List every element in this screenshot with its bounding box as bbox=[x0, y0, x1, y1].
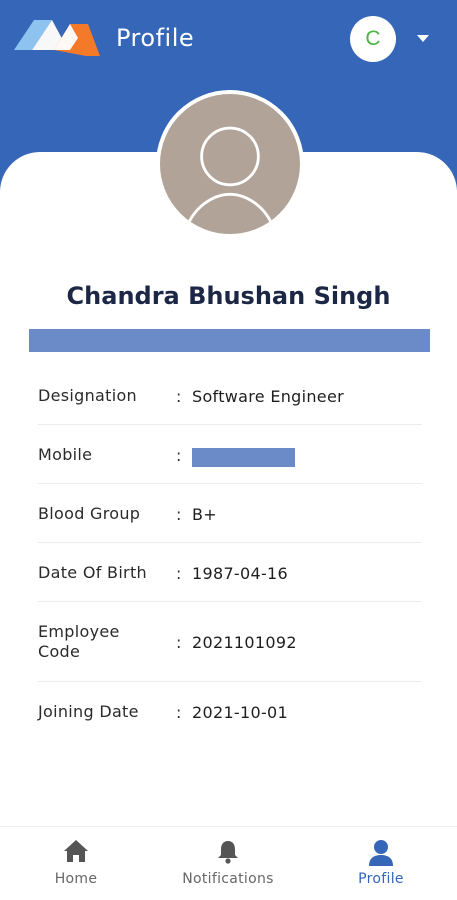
bell-icon bbox=[218, 841, 238, 864]
detail-row-blood-group: Blood Group : B+ bbox=[38, 484, 422, 543]
detail-value: 2021101092 bbox=[192, 633, 297, 652]
detail-row-employee-code: Employee Code : 2021101092 bbox=[38, 602, 422, 682]
profile-photo[interactable] bbox=[156, 90, 304, 238]
employee-name: Chandra Bhushan Singh bbox=[66, 282, 391, 310]
detail-value: B+ bbox=[192, 505, 217, 524]
detail-row-mobile: Mobile : bbox=[38, 425, 422, 484]
detail-label: Designation bbox=[38, 386, 137, 405]
detail-label: Blood Group bbox=[38, 504, 141, 523]
app-logo[interactable] bbox=[14, 16, 100, 62]
detail-label: Joining Date bbox=[38, 702, 139, 721]
detail-separator: : bbox=[176, 633, 182, 652]
nav-label-home: Home bbox=[54, 871, 98, 887]
person-icon bbox=[369, 840, 393, 866]
nav-label-profile: Profile bbox=[358, 871, 404, 887]
detail-separator: : bbox=[176, 446, 182, 465]
redacted-bar bbox=[29, 329, 430, 352]
page-title: Profile bbox=[116, 24, 195, 52]
caret-down-icon[interactable] bbox=[414, 30, 432, 44]
nav-item-home[interactable]: Home bbox=[0, 827, 152, 900]
detail-row-joining-date: Joining Date : 2021-10-01 bbox=[38, 682, 422, 741]
profile-details: Designation : Software Engineer Mobile :… bbox=[38, 366, 422, 741]
nav-item-notifications[interactable]: Notifications bbox=[152, 827, 304, 900]
detail-label: Mobile bbox=[38, 445, 93, 464]
detail-label: Employee Code bbox=[38, 622, 120, 661]
nav-item-profile[interactable]: Profile bbox=[305, 827, 457, 900]
detail-value: 2021-10-01 bbox=[192, 703, 288, 722]
bottom-nav: Home Notifications Profile bbox=[0, 826, 457, 900]
detail-separator: : bbox=[176, 703, 182, 722]
default-avatar-icon bbox=[183, 126, 277, 234]
detail-label: Date Of Birth bbox=[38, 563, 147, 582]
home-icon bbox=[64, 840, 88, 862]
detail-separator: : bbox=[176, 505, 182, 524]
detail-row-date-of-birth: Date Of Birth : 1987-04-16 bbox=[38, 543, 422, 602]
detail-value: 1987-04-16 bbox=[192, 564, 288, 583]
detail-separator: : bbox=[176, 387, 182, 406]
detail-value: Software Engineer bbox=[192, 387, 344, 406]
profile-card: Chandra Bhushan Singh Designation : Soft… bbox=[0, 90, 457, 852]
redacted-mobile-value bbox=[192, 448, 295, 467]
user-avatar-button[interactable]: C bbox=[350, 16, 396, 62]
detail-row-designation: Designation : Software Engineer bbox=[38, 366, 422, 425]
nav-label-notifications: Notifications bbox=[182, 871, 274, 887]
detail-separator: : bbox=[176, 564, 182, 583]
